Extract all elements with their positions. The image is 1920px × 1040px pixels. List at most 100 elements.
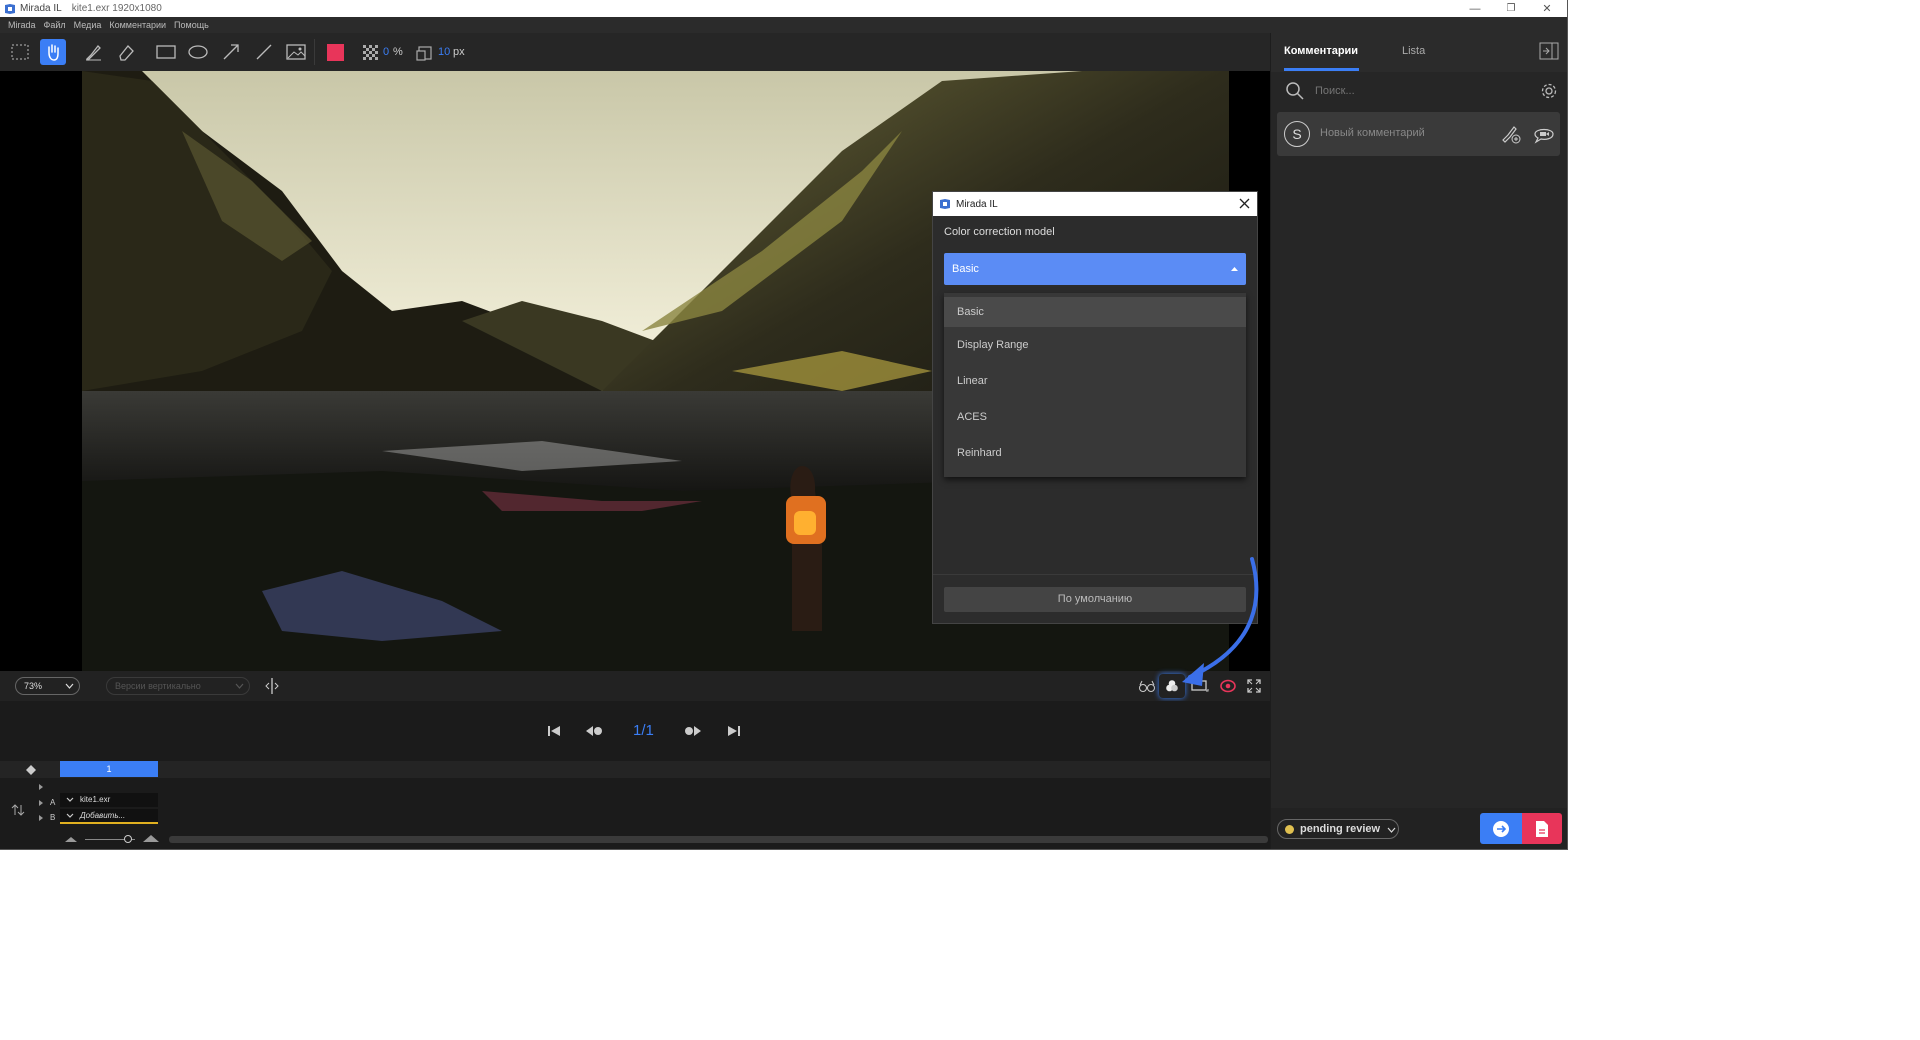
timeline-scrollbar[interactable]	[169, 836, 1268, 843]
timeline-ruler[interactable]	[0, 761, 1270, 778]
new-comment-placeholder[interactable]: Новый комментарий	[1320, 127, 1425, 139]
swap-tracks-icon[interactable]	[11, 803, 25, 817]
track-b-expand-icon[interactable]	[38, 814, 44, 822]
step-forward-icon[interactable]	[684, 724, 702, 738]
eraser-tool[interactable]	[113, 39, 139, 65]
rectangle-tool[interactable]	[153, 39, 179, 65]
opacity-tool[interactable]	[357, 39, 383, 65]
tab-comments[interactable]: Комментарии	[1284, 45, 1358, 57]
panel-footer: pending review	[1271, 808, 1567, 849]
split-compare-icon[interactable]	[264, 677, 280, 695]
avatar: S	[1284, 121, 1310, 147]
restore-button[interactable]: ❐	[1494, 0, 1528, 17]
minimize-button[interactable]: —	[1458, 0, 1492, 17]
ellipse-tool[interactable]	[185, 39, 211, 65]
arrow-icon	[223, 44, 239, 60]
menu-bar: Mirada Файл Медиа Комментарии Помощь	[0, 17, 1567, 33]
active-tab-indicator	[1284, 68, 1359, 71]
new-comment-box[interactable]: S Новый комментарий	[1277, 112, 1560, 156]
track-b-add-label: Добавить...	[80, 811, 126, 820]
timeline-frame-marker[interactable]: 1	[60, 761, 158, 777]
send-button[interactable]	[1480, 813, 1522, 844]
chevron-down-icon	[65, 683, 74, 689]
menu-item-mirada[interactable]: Mirada	[8, 20, 36, 30]
color-swatch[interactable]	[327, 44, 344, 61]
timeline-zoom-handle[interactable]	[124, 835, 132, 843]
image-icon	[286, 44, 306, 60]
menu-item-help[interactable]: Помощь	[174, 20, 209, 30]
option-aces[interactable]: ACES	[944, 399, 1246, 435]
menu-item-media[interactable]: Медиа	[74, 20, 102, 30]
viewer-controls-bar: 73% Версии вертикально	[0, 671, 1270, 701]
arrow-tool[interactable]	[218, 39, 244, 65]
line-tool[interactable]	[251, 39, 277, 65]
track-a-clip[interactable]: kite1.exr	[60, 793, 158, 807]
gear-icon[interactable]	[1540, 82, 1558, 100]
opacity-unit: %	[393, 46, 403, 58]
draw-annotation-icon[interactable]	[1500, 124, 1522, 144]
zoom-value: 73%	[24, 681, 43, 691]
frame-counter: 1/1	[633, 722, 654, 739]
glasses-icon[interactable]	[1138, 679, 1156, 693]
search-input[interactable]	[1315, 82, 1515, 100]
title-bar: Mirada IL kite1.exr 1920x1080 — ❐ ✕	[0, 0, 1567, 17]
zoom-in-icon[interactable]	[142, 833, 160, 843]
app-logo-icon	[5, 3, 15, 14]
chevron-up-icon	[1231, 267, 1238, 271]
track-a-label: A	[50, 798, 56, 807]
chevron-down-icon	[1387, 827, 1396, 833]
chevron-down-icon	[235, 683, 244, 689]
option-linear[interactable]: Linear	[944, 363, 1246, 399]
line-icon	[256, 44, 272, 60]
stroke-width-tool[interactable]	[411, 39, 437, 65]
dialog-title-bar: Mirada IL	[933, 192, 1257, 216]
option-display-range[interactable]: Display Range	[944, 327, 1246, 363]
drawing-toolbar: 0 % 10 px	[0, 33, 1270, 71]
annotation-arrow	[1182, 557, 1259, 686]
eraser-icon	[119, 45, 134, 61]
expand-arrow-icon[interactable]	[38, 783, 44, 791]
app-logo-icon	[940, 199, 950, 209]
pan-hand-tool[interactable]	[40, 39, 66, 65]
track-b-label: B	[50, 813, 56, 822]
chevron-down-icon	[66, 797, 74, 802]
brush-tool[interactable]	[80, 39, 106, 65]
stroke-unit: px	[453, 46, 465, 58]
menu-item-comments[interactable]: Комментарии	[109, 20, 166, 30]
review-status-select[interactable]: pending review	[1277, 819, 1399, 839]
skip-to-end-icon[interactable]	[727, 724, 741, 738]
dialog-title: Mirada IL	[956, 198, 998, 210]
status-dot	[1285, 825, 1294, 834]
marquee-icon	[11, 44, 29, 60]
version-layout-select[interactable]: Версии вертикально	[106, 677, 250, 695]
close-window-button[interactable]: ✕	[1530, 0, 1564, 17]
track-b-add[interactable]: Добавить...	[60, 809, 158, 824]
color-model-label: Color correction model	[944, 226, 1055, 238]
option-basic[interactable]: Basic	[944, 297, 1246, 327]
zoom-out-icon[interactable]	[64, 835, 78, 843]
color-model-select[interactable]: Basic	[944, 253, 1246, 285]
keyframe-icon[interactable]	[26, 765, 36, 775]
option-reinhard[interactable]: Reinhard	[944, 435, 1246, 471]
review-status-value: pending review	[1300, 823, 1381, 835]
search-bar	[1271, 72, 1567, 110]
comments-panel: Комментарии Lista S Новый комментарий pe…	[1271, 33, 1567, 849]
tab-lista[interactable]: Lista	[1402, 45, 1425, 57]
color-model-dropdown: Basic Display Range Linear ACES Reinhard	[944, 293, 1246, 477]
step-back-icon[interactable]	[585, 724, 603, 738]
track-a-expand-icon[interactable]	[38, 799, 44, 807]
collapse-panel-icon[interactable]	[1539, 42, 1559, 60]
skip-to-start-icon[interactable]	[547, 724, 561, 738]
close-icon[interactable]	[1239, 198, 1250, 209]
export-pdf-button[interactable]	[1522, 813, 1562, 844]
opacity-value[interactable]: 0	[383, 46, 389, 58]
image-tool[interactable]	[283, 39, 309, 65]
hand-icon	[48, 44, 59, 61]
marquee-select-tool[interactable]	[7, 39, 33, 65]
menu-item-file[interactable]: Файл	[44, 20, 66, 30]
stroke-value[interactable]: 10	[438, 46, 450, 58]
zoom-select[interactable]: 73%	[15, 677, 80, 695]
video-comment-icon[interactable]	[1533, 124, 1555, 144]
window-file-title: kite1.exr 1920x1080	[71, 3, 162, 14]
toolbar-divider	[314, 39, 315, 65]
